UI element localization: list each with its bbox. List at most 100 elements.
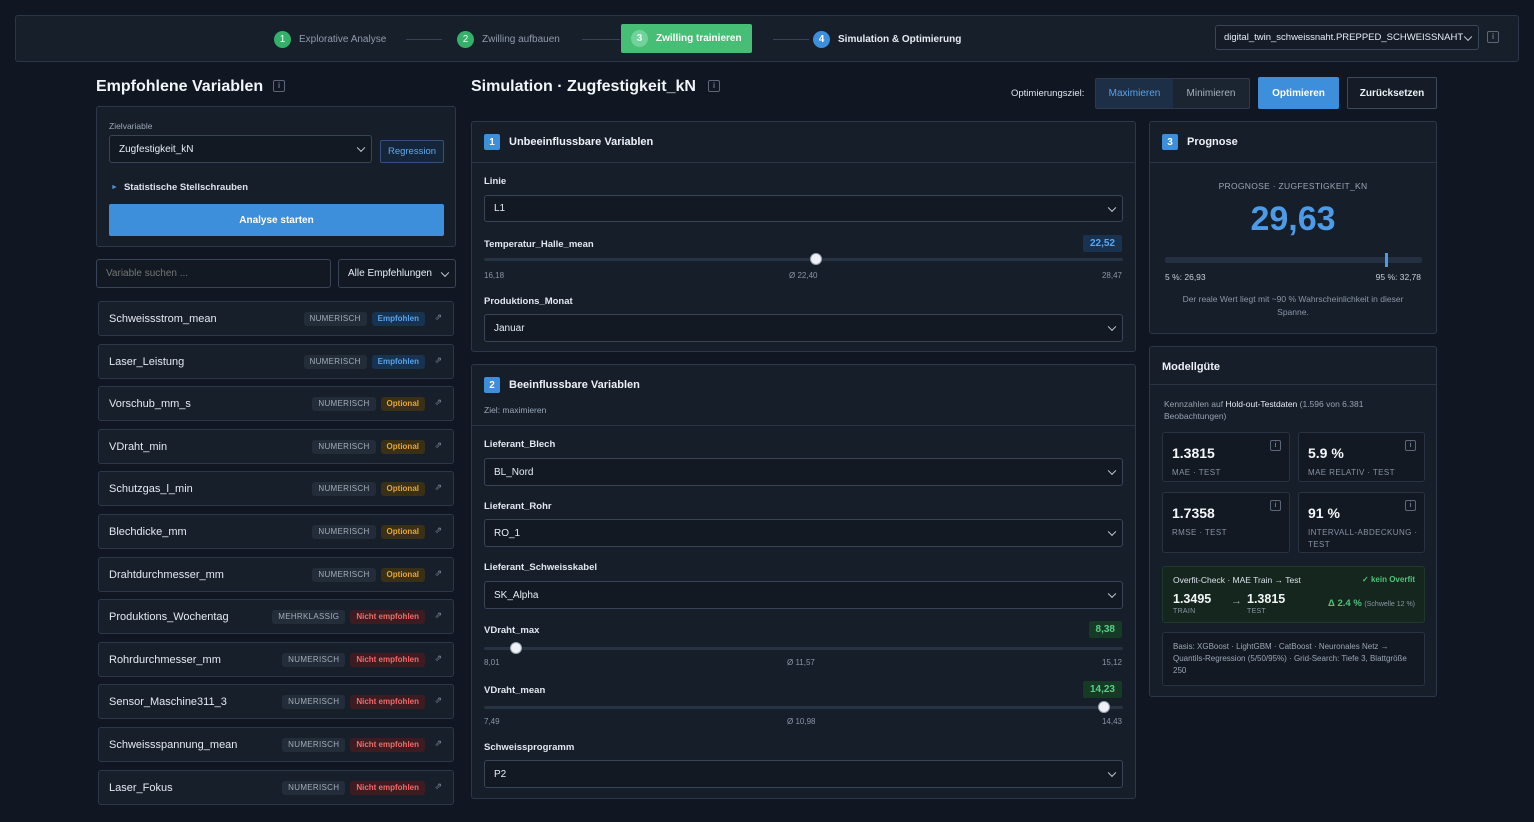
variable-name: Rohrdurchmesser_mm: [109, 653, 221, 666]
step-1[interactable]: 1 Explorative Analyse: [274, 24, 386, 54]
model-desc-pre: Kennzahlen auf: [1164, 399, 1226, 409]
vdraht-mean-slider-thumb[interactable]: [1097, 701, 1110, 713]
variable-row[interactable]: Produktions_Wochentag Nicht empfohlen MEHR…: [98, 599, 454, 635]
programm-select[interactable]: P2: [484, 760, 1123, 788]
variable-row[interactable]: Laser_Leistung Empfohlen NUMERISCH ⇗: [98, 343, 454, 379]
open-external-icon[interactable]: ⇗: [434, 738, 442, 749]
vdraht-max-value: 8,38: [1088, 621, 1122, 638]
divider: [472, 425, 1135, 426]
variable-name: Produktions_Wochentag: [109, 611, 229, 624]
info-icon[interactable]: i: [1487, 31, 1499, 43]
open-external-icon[interactable]: ⇗: [434, 482, 442, 493]
recommendation-badge: Optional: [380, 439, 425, 454]
kpi-rmse-value: 1.7358: [1172, 505, 1215, 521]
vdraht-mean-slider-track[interactable]: [484, 706, 1123, 709]
variable-row[interactable]: Rohrdurchmesser_mm Nicht empfohlen NUMERIS…: [98, 641, 454, 677]
temperatur-slider-thumb[interactable]: [810, 253, 823, 265]
prognose-caption: PROGNOSE · ZUGFESTIGKEIT_KN: [1218, 181, 1368, 191]
delta-threshold: (Schwelle 12 %): [1364, 601, 1415, 608]
dataset-select[interactable]: digital_twin_schweissnaht.PREPPED_SCHWEI…: [1215, 25, 1479, 50]
section-2-badge: 2: [484, 377, 500, 393]
regression-button[interactable]: Regression: [380, 140, 444, 163]
kpi-rmse-label: RMSE · TEST: [1172, 528, 1227, 537]
variable-search-input[interactable]: [96, 259, 331, 288]
recommendation-badge: Optional: [380, 397, 425, 412]
variable-name: VDraht_min: [109, 440, 168, 453]
variable-row[interactable]: Vorschub_mm_s Optional NUMERISCH ⇗: [98, 386, 454, 422]
open-external-icon[interactable]: ⇗: [434, 781, 442, 792]
delta-value: Δ 2.4 %: [1328, 598, 1362, 609]
info-icon[interactable]: i: [1405, 440, 1416, 451]
vdraht-mean-max: 14,43: [1101, 717, 1122, 726]
reset-button[interactable]: Zurücksetzen: [1347, 77, 1437, 109]
maximize-option[interactable]: Maximieren: [1096, 79, 1173, 108]
temperatur-slider-track[interactable]: [484, 258, 1123, 261]
kabel-select[interactable]: SK_Alpha: [484, 581, 1123, 609]
recommendation-badge: Empfohlen: [371, 354, 425, 369]
step-connector: [773, 39, 809, 40]
open-external-icon[interactable]: ⇗: [434, 440, 442, 451]
target-select[interactable]: Zugfestigkeit_kN: [109, 135, 372, 163]
info-icon[interactable]: i: [1270, 440, 1281, 451]
recommendation-badge: Nicht empfohlen: [350, 780, 425, 795]
variable-row[interactable]: Schutzgas_l_min Optional NUMERISCH ⇗: [98, 471, 454, 507]
kabel-value: SK_Alpha: [494, 589, 539, 601]
type-badge: NUMERISCH: [312, 567, 376, 582]
stellschrauben-label: Statistische Stellschrauben: [123, 182, 249, 193]
prognose-low: 5 %: 26,93: [1165, 272, 1206, 282]
open-external-icon[interactable]: ⇗: [434, 568, 442, 579]
variable-row[interactable]: Schweissspannung_mean Nicht empfohlen NUME…: [98, 727, 454, 762]
overfit-check: Overfit-Check · MAE Train → Test ✓ kein …: [1162, 566, 1425, 623]
stellschrauben-toggle[interactable]: ► Statistische Stellschrauben: [111, 182, 248, 193]
info-icon[interactable]: i: [1270, 500, 1281, 511]
linie-value: L1: [494, 203, 506, 214]
open-external-icon[interactable]: ⇗: [434, 695, 442, 706]
open-external-icon[interactable]: ⇗: [434, 653, 442, 664]
open-external-icon[interactable]: ⇗: [434, 525, 442, 536]
vdraht-max-slider-thumb[interactable]: [509, 642, 522, 654]
open-external-icon[interactable]: ⇗: [434, 355, 442, 366]
chevron-down-icon: [1107, 768, 1117, 778]
target-panel: Zielvariable Zugfestigkeit_kN Regression…: [96, 106, 456, 247]
recommendation-badge: Optional: [380, 525, 425, 539]
step-connector: [406, 39, 442, 40]
variable-row[interactable]: VDraht_min Optional NUMERISCH ⇗: [98, 428, 454, 464]
blech-select[interactable]: BL_Nord: [484, 458, 1123, 486]
step-3[interactable]: 3 Zwilling trainieren: [621, 24, 752, 53]
kabel-label: Lieferant_Schweisskabel: [484, 562, 597, 573]
temperatur-avg: Ø 22,40: [789, 271, 818, 280]
analyse-start-button[interactable]: Analyse starten: [109, 204, 444, 236]
optimization-goal-toggle: Maximieren Minimieren: [1095, 78, 1250, 109]
kpi-mae-value: 1.3815: [1172, 445, 1215, 461]
overfit-status: ✓ kein Overfit: [1362, 575, 1415, 584]
kpi-coverage: 91 % INTERVALL-ABDECKUNG · TEST i: [1298, 492, 1425, 553]
open-external-icon[interactable]: ⇗: [434, 397, 442, 408]
vdraht-max-slider-track[interactable]: [484, 647, 1123, 650]
temperatur-min: 16,18: [484, 271, 505, 280]
minimize-option[interactable]: Minimieren: [1173, 79, 1249, 108]
step-2[interactable]: 2 Zwilling aufbauen: [457, 24, 560, 54]
linie-select[interactable]: L1: [484, 195, 1123, 222]
variable-row[interactable]: Sensor_Maschine311_3 Nicht empfohlen NUMER…: [98, 684, 454, 720]
section-1-badge: 1: [484, 134, 500, 150]
optimize-button[interactable]: Optimieren: [1258, 77, 1339, 109]
vdraht-mean-avg: Ø 10,98: [787, 717, 816, 726]
variable-row[interactable]: Laser_Fokus Nicht empfohlen NUMERISCH ⇗: [98, 769, 454, 805]
info-icon[interactable]: i: [1405, 500, 1416, 511]
programm-value: P2: [494, 768, 507, 780]
monat-value: Januar: [494, 322, 525, 334]
open-external-icon[interactable]: ⇗: [434, 610, 442, 621]
open-external-icon[interactable]: ⇗: [434, 312, 442, 323]
section-3-badge: 3: [1162, 134, 1178, 150]
step-4[interactable]: 4 Simulation & Optimierung: [813, 24, 961, 54]
variable-row[interactable]: Drahtdurchmesser_mm Optional NUMERISCH ⇗: [98, 556, 454, 592]
variable-row[interactable]: Blechdicke_mm Optional NUMERISCH ⇗: [98, 514, 454, 549]
rohr-select[interactable]: RO_1: [484, 519, 1123, 547]
recommendation-filter-select[interactable]: Alle Empfehlungen: [338, 259, 456, 288]
info-icon[interactable]: i: [273, 80, 285, 92]
prognose-high: 95 %: 32,78: [1375, 272, 1421, 282]
monat-select[interactable]: Januar: [484, 314, 1123, 342]
info-icon[interactable]: i: [708, 80, 720, 92]
section-1-title: Unbeeinflussbare Variablen: [509, 136, 654, 148]
variable-row[interactable]: Schweissstrom_mean Empfohlen NUMERISCH ⇗: [98, 301, 454, 336]
